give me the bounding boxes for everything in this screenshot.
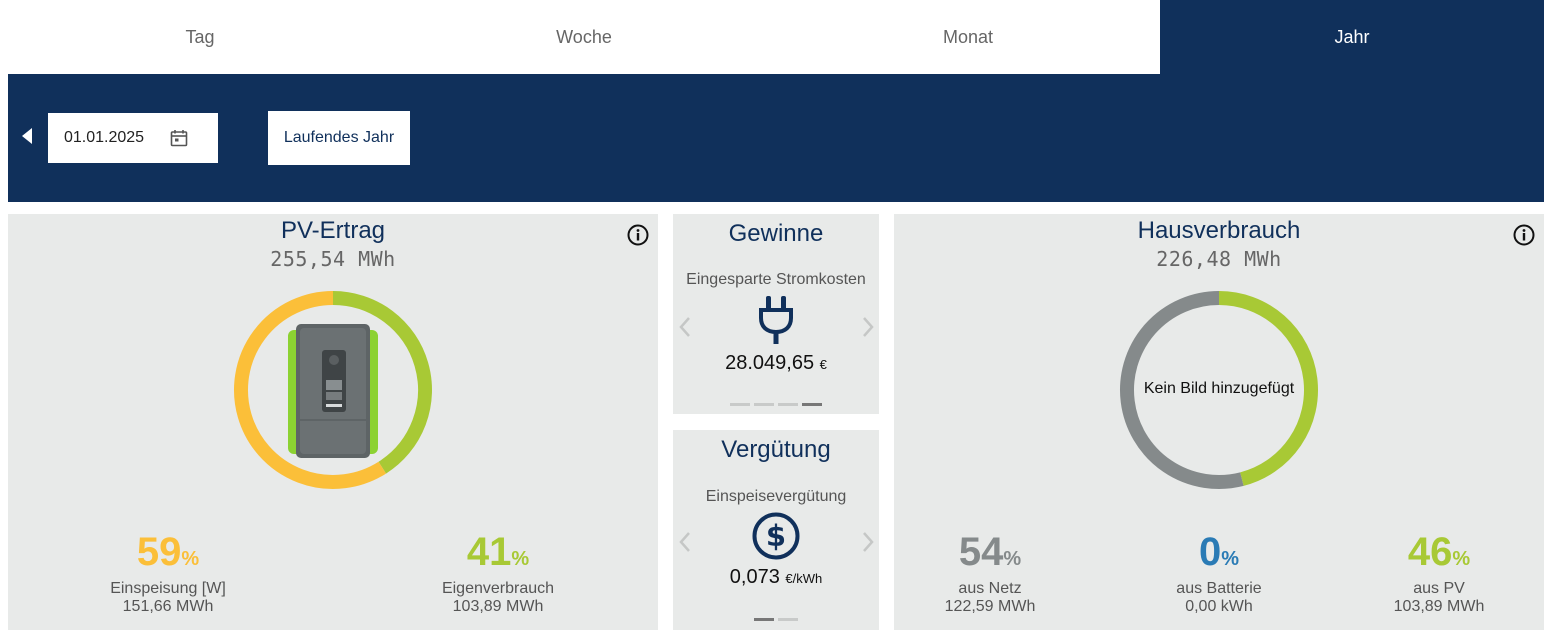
- pagination-dot-active[interactable]: [802, 403, 822, 406]
- pv-source-label: aus PV: [1413, 580, 1465, 597]
- chevron-left-icon[interactable]: [678, 315, 692, 339]
- pv-source-percent-unit: %: [1452, 548, 1471, 570]
- profits-amount-unit: €: [819, 357, 827, 372]
- self-use-stat: 41% Eigenverbrauch 103,89 MWh: [388, 532, 608, 616]
- plug-icon: [759, 296, 793, 344]
- pv-source-percent: 46: [1407, 530, 1453, 574]
- date-bar: 01.01.2025 Laufendes Jahr: [8, 74, 1544, 202]
- feed-in-tariff-panel: Vergütung Einspeisevergütung $ 0,073 €/k…: [673, 430, 879, 630]
- period-tabs: Tag Woche Monat Jahr: [8, 0, 1544, 74]
- feed-in-value: 151,66 MWh: [122, 598, 214, 615]
- profits-amount-value: 28.049,65: [725, 352, 815, 374]
- tariff-amount-unit: €/kWh: [785, 571, 823, 586]
- tab-tag[interactable]: Tag: [8, 0, 392, 74]
- feed-in-label: Einspeisung [W]: [110, 580, 226, 597]
- battery-percent-unit: %: [1221, 548, 1240, 570]
- info-icon[interactable]: [627, 224, 649, 246]
- pagination-dot[interactable]: [778, 618, 798, 621]
- pagination-dot-active[interactable]: [754, 618, 774, 621]
- house-total: 226,48 MWh: [1156, 247, 1282, 271]
- pagination-dot[interactable]: [754, 403, 774, 406]
- tab-monat[interactable]: Monat: [776, 0, 1160, 74]
- feed-in-percent-unit: %: [181, 548, 200, 570]
- inverter-image: [288, 324, 378, 458]
- pv-source-stat: 46% aus PV 103,89 MWh: [1329, 532, 1549, 616]
- tariff-subtitle: Einspeisevergütung: [705, 488, 847, 505]
- grid-value: 122,59 MWh: [944, 598, 1036, 615]
- battery-percent: 0: [1198, 530, 1222, 574]
- tariff-amount: 0,073 €/kWh: [673, 566, 879, 589]
- info-icon[interactable]: [1513, 224, 1535, 246]
- tab-jahr[interactable]: Jahr: [1160, 0, 1544, 74]
- calendar-icon[interactable]: [170, 129, 188, 147]
- profits-pagination: [730, 403, 822, 406]
- svg-text:$: $: [766, 519, 786, 553]
- chevron-right-icon[interactable]: [861, 315, 875, 339]
- grid-label: aus Netz: [958, 580, 1022, 597]
- date-field[interactable]: 01.01.2025: [48, 113, 218, 163]
- tariff-amount-value: 0,073: [729, 566, 780, 588]
- pv-yield-panel: PV-Ertrag 255,54 MWh 59% Einspeisung [W]…: [8, 214, 658, 630]
- chevron-right-icon[interactable]: [861, 530, 875, 554]
- battery-stat: 0% aus Batterie 0,00 kWh: [1109, 532, 1329, 616]
- chevron-left-icon[interactable]: [678, 530, 692, 554]
- house-consumption-panel: Hausverbrauch 226,48 MWh Kein Bild hinzu…: [894, 214, 1544, 630]
- tab-woche[interactable]: Woche: [392, 0, 776, 74]
- self-use-percent: 41: [466, 530, 512, 574]
- pagination-dot[interactable]: [778, 403, 798, 406]
- feed-in-percent: 59: [136, 530, 182, 574]
- tariff-title: Vergütung: [721, 436, 831, 463]
- battery-label: aus Batterie: [1176, 580, 1262, 597]
- pv-total: 255,54 MWh: [270, 247, 396, 271]
- current-year-button[interactable]: Laufendes Jahr: [268, 111, 410, 165]
- pv-title: PV-Ertrag: [280, 217, 386, 244]
- self-use-percent-unit: %: [511, 548, 530, 570]
- dollar-icon: $: [752, 512, 800, 560]
- dashboard: Tag Woche Monat Jahr 01.01.2025 Laufende…: [0, 0, 1556, 637]
- no-image-text: Kein Bild hinzugefügt: [1143, 380, 1295, 397]
- date-value: 01.01.2025: [64, 129, 145, 146]
- profits-subtitle: Eingesparte Stromkosten: [686, 271, 866, 288]
- previous-period-icon[interactable]: [22, 128, 32, 144]
- profits-amount: 28.049,65 €: [673, 352, 879, 375]
- pagination-dot[interactable]: [730, 403, 750, 406]
- grid-percent-unit: %: [1003, 548, 1022, 570]
- pv-source-value: 103,89 MWh: [1393, 598, 1485, 615]
- profits-panel: Gewinne Eingesparte Stromkosten 28.049,6…: [673, 214, 879, 414]
- self-use-value: 103,89 MWh: [452, 598, 544, 615]
- grid-percent: 54: [958, 530, 1004, 574]
- feed-in-stat: 59% Einspeisung [W] 151,66 MWh: [58, 532, 278, 616]
- tariff-pagination: [754, 618, 798, 621]
- battery-value: 0,00 kWh: [1185, 598, 1253, 615]
- house-title: Hausverbrauch: [1137, 217, 1301, 244]
- profits-title: Gewinne: [728, 220, 824, 247]
- grid-stat: 54% aus Netz 122,59 MWh: [880, 532, 1100, 616]
- self-use-label: Eigenverbrauch: [441, 580, 555, 597]
